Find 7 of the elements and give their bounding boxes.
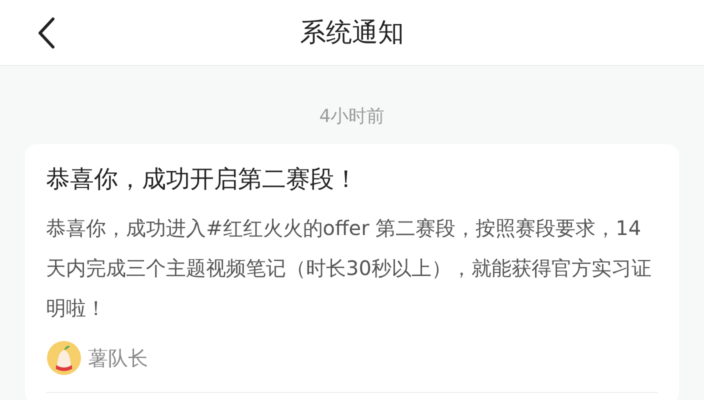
avatar-icon[interactable]	[46, 340, 82, 376]
page-title: 系统通知	[300, 17, 404, 50]
timestamp: 4小时前	[319, 105, 385, 129]
notification-body: 恭喜你，成功进入#红红火火的offer 第二赛段，按照赛段要求，14天内完成三个主题视频笔记（时长30秒以上），就能获得官方实习证明啦！	[46, 215, 652, 322]
sender-name[interactable]: 薯队长	[88, 344, 148, 372]
back-icon	[36, 16, 56, 50]
notification-title: 恭喜你，成功开启第二赛段！	[46, 164, 359, 195]
